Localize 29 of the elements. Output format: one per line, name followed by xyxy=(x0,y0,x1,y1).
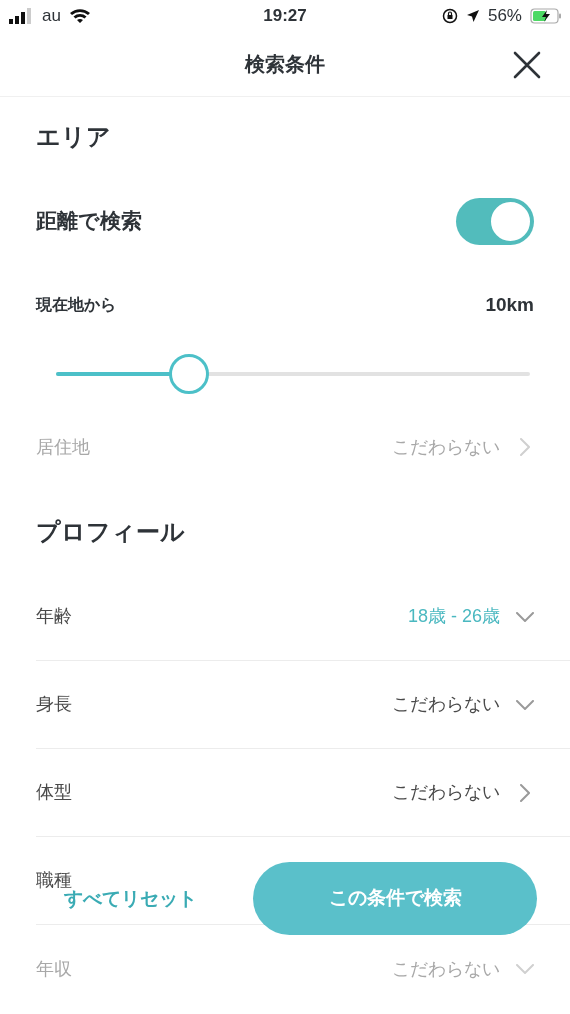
rotation-lock-icon xyxy=(441,8,458,24)
filter-value[interactable]: 18歳 - 26歳 xyxy=(407,603,500,630)
search-button[interactable]: この条件で検索 xyxy=(253,862,537,935)
battery-charging-icon xyxy=(530,8,562,24)
filter-label[interactable]: 体型 xyxy=(36,779,72,806)
toggle-label: 距離で検索 xyxy=(36,208,142,235)
distance-reading: 10km xyxy=(485,292,534,317)
filter-value[interactable]: こだわらない xyxy=(392,779,500,806)
chevron-right-icon xyxy=(520,783,530,802)
filter-label[interactable]: 身長 xyxy=(36,691,72,718)
battery-percent: 56% xyxy=(487,5,522,28)
close-button[interactable] xyxy=(512,50,542,80)
carrier-name: au xyxy=(42,5,61,28)
chevron-right-icon xyxy=(520,438,530,456)
section-heading: プロフィール xyxy=(36,517,185,547)
screen-title: 検索条件 xyxy=(245,52,325,77)
chevron-down-icon xyxy=(516,699,534,710)
distance-toggle[interactable] xyxy=(456,197,534,245)
filter-label[interactable]: 年齢 xyxy=(36,603,72,630)
section-heading: エリア xyxy=(36,122,111,152)
filter-value[interactable]: こだわらない xyxy=(392,691,500,718)
signal-icon xyxy=(8,8,34,24)
distance-label: 現在地から xyxy=(36,295,116,315)
chevron-down-icon xyxy=(516,964,534,974)
location-arrow-icon xyxy=(465,9,480,23)
chevron-down-icon xyxy=(516,611,534,622)
status-time: 19:27 xyxy=(263,5,307,28)
slider-thumb[interactable] xyxy=(168,354,209,394)
wifi-icon xyxy=(68,8,91,24)
